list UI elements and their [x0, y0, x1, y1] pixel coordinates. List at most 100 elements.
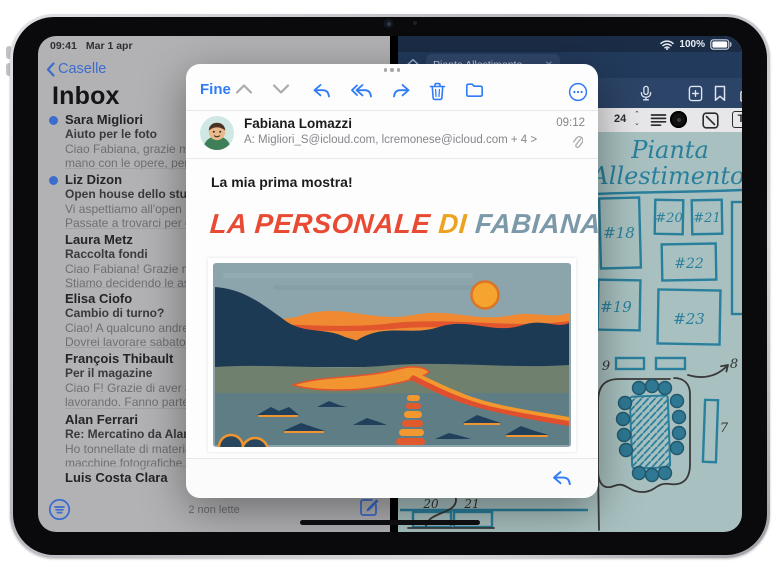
- next-message-button[interactable]: [271, 82, 291, 101]
- sunset-painting: [213, 263, 571, 447]
- plan-number-8: 8: [730, 357, 738, 372]
- plan-number-7: 7: [720, 421, 729, 436]
- artwork-frame-23: #23: [658, 289, 721, 344]
- status-date: Mar 1 apr: [86, 40, 133, 52]
- plan-number-9: 9: [602, 359, 610, 374]
- mailbox-title: Inbox: [52, 82, 120, 111]
- memoji-avatar: [200, 116, 234, 150]
- artwork-frame-right: [732, 202, 742, 314]
- mail-bottom-toolbar: 2 non lette: [38, 494, 390, 532]
- status-bar-right: 100%: [398, 36, 742, 52]
- svg-text:#20: #20: [655, 211, 682, 226]
- forward-button[interactable]: [392, 82, 411, 105]
- plan-number-20: 20: [422, 497, 439, 511]
- unread-dot: [49, 176, 58, 185]
- stepper-up-icon: ⌃: [634, 111, 640, 118]
- battery-icon: [710, 39, 732, 50]
- ipad-device-frame: 09:41Mar 1 apr Caselle Inbox Sara Miglio…: [10, 14, 770, 558]
- compose-button[interactable]: [358, 496, 380, 523]
- bookmark-button[interactable]: [713, 85, 727, 107]
- more-actions-button[interactable]: [568, 82, 588, 107]
- canvas-title-line2: Allestimento: [589, 162, 742, 190]
- artwork-frame-21: #21: [692, 200, 723, 235]
- previous-message-button[interactable]: [234, 82, 254, 101]
- back-to-mailboxes-button[interactable]: Caselle: [46, 61, 106, 77]
- status-time: 09:41: [50, 40, 77, 52]
- message-sender-name: Fabiana Lomazzi: [244, 116, 352, 131]
- svg-text:#18: #18: [603, 224, 635, 242]
- chevron-down-icon: [271, 82, 291, 96]
- quick-reply-button[interactable]: [551, 468, 572, 493]
- message-recipients[interactable]: A: Migliori_S@icloud.com, lcremonese@icl…: [244, 134, 537, 146]
- message-subject: La mia prima mostra!: [211, 174, 353, 190]
- canvas-underline: [594, 190, 742, 194]
- artwork-frame-22: #22: [662, 244, 717, 281]
- reply-all-icon: [350, 82, 373, 100]
- attachment-indicator: [572, 136, 583, 154]
- stroke-style-button[interactable]: [702, 112, 719, 134]
- status-bar-left: 09:41 Mar 1 apr: [50, 40, 133, 52]
- artwork-frame-18: #18: [599, 197, 641, 268]
- ipad-screen: 09:41Mar 1 apr Caselle Inbox Sara Miglio…: [38, 36, 742, 532]
- svg-text:#22: #22: [674, 256, 704, 272]
- bookmark-icon: [713, 85, 727, 102]
- ellipsis-circle-icon: [568, 82, 588, 102]
- diagonal-line-icon: [702, 112, 719, 129]
- delete-button[interactable]: [429, 82, 446, 106]
- poster-headline-part3: FABIANA: [474, 208, 598, 239]
- reply-button[interactable]: [312, 82, 331, 105]
- window-drag-handle[interactable]: [186, 68, 598, 72]
- stepper-down-icon: ⌄: [634, 120, 640, 127]
- plan-number-21: 21: [463, 497, 479, 511]
- svg-text:#23: #23: [673, 310, 705, 328]
- add-page-button[interactable]: [688, 85, 703, 107]
- poster-headline: LA PERSONALE DI FABIANA: [209, 208, 598, 240]
- screenshot-stage: 09:41Mar 1 apr Caselle Inbox Sara Miglio…: [0, 0, 778, 564]
- plan-table-area: 7: [598, 378, 729, 530]
- microphone-icon: [638, 85, 654, 102]
- unread-dot: [49, 116, 58, 125]
- plan-side-panel: [703, 400, 718, 462]
- microphone-button[interactable]: [638, 85, 654, 107]
- sender-avatar[interactable]: [200, 116, 234, 150]
- svg-text:#19: #19: [600, 298, 632, 316]
- add-page-icon: [688, 85, 703, 102]
- message-time: 09:12: [556, 117, 585, 129]
- text-tool-letter: T: [738, 113, 742, 125]
- toolbar-separator: [186, 110, 598, 111]
- unread-count-status: 2 non lette: [38, 504, 390, 516]
- paperclip-icon: [572, 136, 583, 149]
- canvas-title-line1: Pianta: [630, 136, 709, 164]
- done-button[interactable]: Fine: [200, 81, 231, 98]
- font-size-value: 24: [614, 113, 626, 125]
- reply-all-button[interactable]: [350, 82, 373, 105]
- font-size-stepper[interactable]: ⌃ ⌄: [634, 110, 640, 128]
- svg-text:#21: #21: [693, 211, 720, 226]
- home-indicator[interactable]: [300, 520, 480, 525]
- trash-icon: [429, 82, 446, 101]
- compose-icon: [358, 496, 380, 518]
- folder-icon: [465, 82, 484, 98]
- mail-message-window[interactable]: Fine: [186, 64, 598, 498]
- share-icon: [739, 85, 742, 103]
- back-label: Caselle: [58, 61, 106, 77]
- plan-table: [630, 395, 670, 468]
- reply-icon: [312, 82, 331, 100]
- sensor-dot: [413, 21, 417, 25]
- front-camera: [383, 18, 394, 29]
- plan-arrow: [688, 365, 728, 377]
- message-footer: [186, 458, 598, 498]
- share-button[interactable]: [739, 85, 742, 108]
- move-to-folder-button[interactable]: [465, 82, 484, 103]
- ink-color-button[interactable]: [670, 111, 687, 128]
- artwork-frame-19: #19: [598, 280, 641, 331]
- align-lines-icon: [650, 112, 667, 128]
- text-tool-button[interactable]: T ♥: [732, 111, 742, 128]
- artwork-attachment[interactable]: [208, 258, 576, 452]
- wifi-icon: [660, 40, 674, 50]
- align-button[interactable]: [650, 112, 667, 133]
- chevron-up-icon: [234, 82, 254, 96]
- poster-headline-part1: LA PERSONALE: [209, 208, 432, 239]
- message-toolbar: Fine: [186, 76, 598, 108]
- artwork-frame-20: #20: [655, 200, 684, 234]
